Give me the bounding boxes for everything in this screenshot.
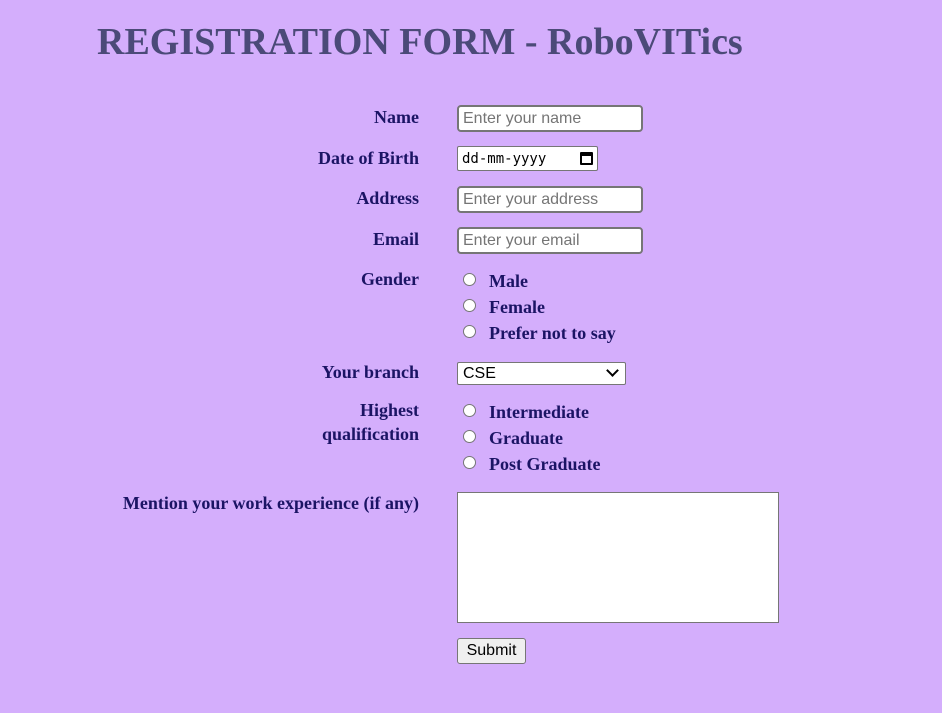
gender-option-male[interactable]: Male — [463, 269, 528, 293]
submit-button[interactable]: Submit — [457, 638, 526, 664]
qualification-option-label: Post Graduate — [489, 453, 601, 474]
chevron-down-icon — [606, 364, 619, 377]
calendar-icon[interactable] — [580, 152, 593, 165]
qualification-radio-post-graduate[interactable] — [463, 455, 476, 469]
dob-label: Date of Birth — [318, 148, 419, 168]
address-input[interactable] — [457, 186, 643, 213]
qualification-option-graduate[interactable]: Graduate — [463, 426, 563, 450]
qualification-radio-graduate[interactable] — [463, 429, 476, 443]
qualification-option-post-graduate[interactable]: Post Graduate — [463, 452, 601, 476]
gender-option-female[interactable]: Female — [463, 295, 545, 319]
dob-placeholder: dd-mm-yyyy — [462, 150, 547, 167]
branch-select[interactable]: CSE — [457, 362, 626, 385]
email-input[interactable] — [457, 227, 643, 254]
gender-radio-female[interactable] — [463, 298, 476, 312]
experience-label: Mention your work experience (if any) — [122, 493, 419, 513]
qualification-option-label: Graduate — [489, 427, 563, 448]
page-title: REGISTRATION FORM - RoboVITics — [97, 21, 743, 63]
qualification-radio-intermediate[interactable] — [463, 403, 476, 417]
gender-option-label: Female — [489, 296, 545, 317]
address-label: Address — [356, 188, 419, 208]
gender-radio-male[interactable] — [463, 272, 476, 286]
gender-label: Gender — [361, 269, 419, 289]
gender-option-prefer-not[interactable]: Prefer not to say — [463, 321, 616, 345]
qualification-label: Highest qualification — [321, 400, 419, 444]
qualification-option-intermediate[interactable]: Intermediate — [463, 400, 589, 424]
branch-selected-value: CSE — [463, 364, 496, 382]
name-label: Name — [374, 107, 419, 127]
name-input[interactable] — [457, 105, 643, 132]
dob-input[interactable]: dd-mm-yyyy — [457, 146, 598, 171]
gender-radio-prefer-not[interactable] — [463, 324, 476, 338]
email-label: Email — [372, 229, 419, 249]
experience-textarea[interactable] — [457, 492, 779, 623]
gender-option-label: Male — [489, 270, 528, 291]
branch-label: Your branch — [321, 362, 419, 382]
qualification-option-label: Intermediate — [489, 401, 589, 422]
gender-option-label: Prefer not to say — [489, 322, 616, 343]
